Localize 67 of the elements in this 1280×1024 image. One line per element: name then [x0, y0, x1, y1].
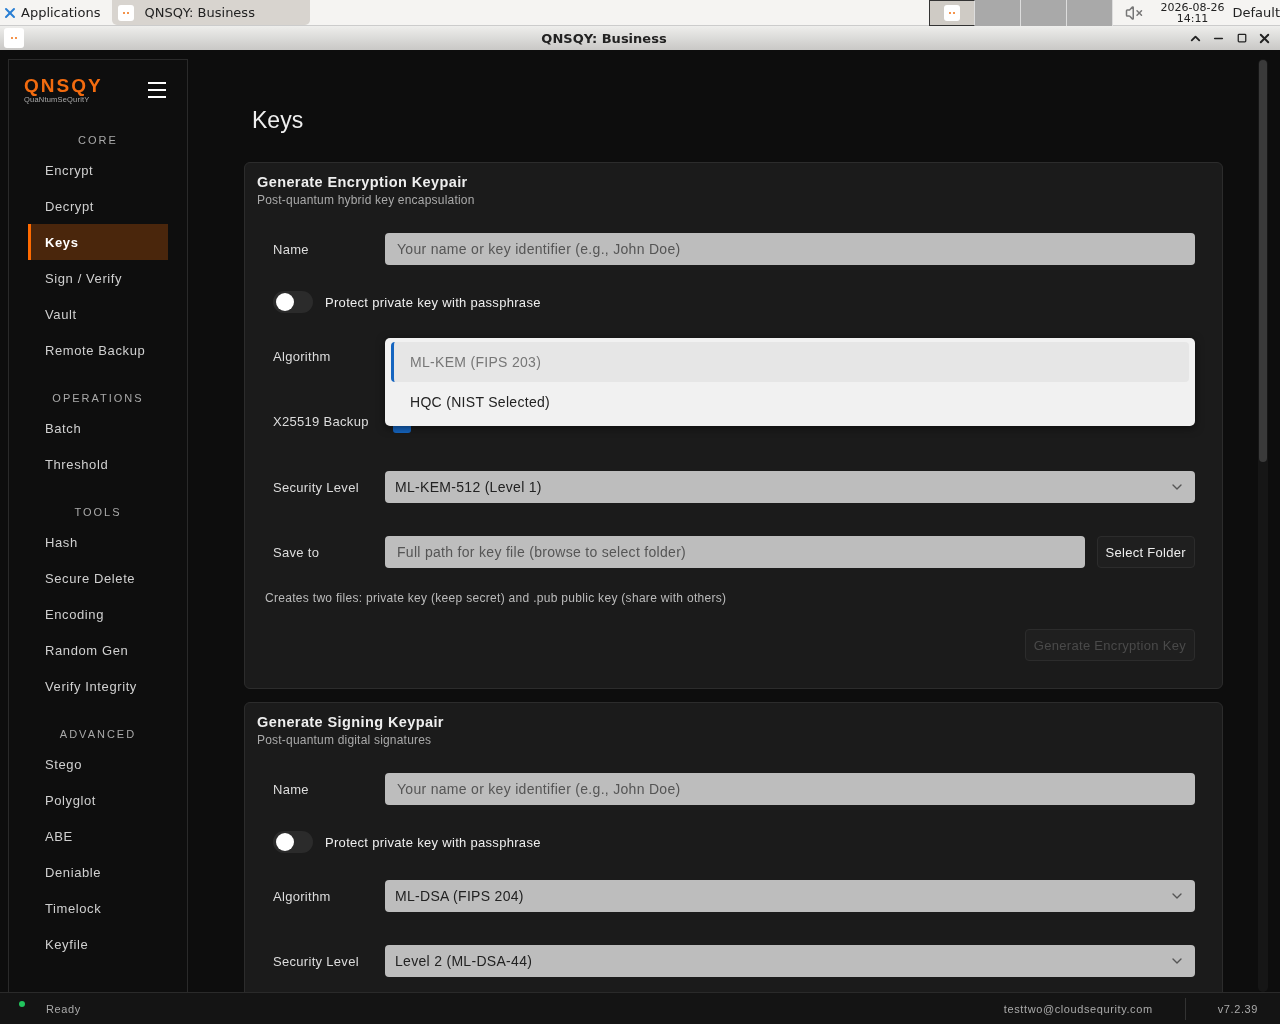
version-label: v7.2.39 — [1217, 1002, 1258, 1015]
keyboard-layout[interactable]: Default — [1232, 5, 1280, 20]
muted-speaker-icon[interactable] — [1124, 3, 1143, 22]
nav-item[interactable]: Decrypt — [28, 188, 168, 224]
select-field[interactable]: ML-KEM-512 (Level 1) — [385, 471, 1195, 503]
nav-item[interactable]: Polyglot — [28, 782, 168, 818]
nav-item[interactable]: Keyfile — [28, 926, 168, 962]
window-title: QNSQY: Business — [540, 30, 668, 46]
nav-item[interactable]: Vault — [28, 296, 168, 332]
nav-item[interactable]: ABE — [28, 818, 168, 854]
field-label: X25519 Backup — [273, 412, 370, 431]
nav-item[interactable]: Stego — [28, 746, 168, 782]
toggle-switch[interactable] — [273, 831, 313, 853]
card-subtitle: Post-quantum digital signatures — [257, 733, 433, 747]
nav-item[interactable]: Encoding — [28, 596, 168, 632]
section-heading: CORE — [77, 133, 119, 148]
workspace-button[interactable] — [928, 0, 975, 26]
app-icon — [118, 4, 135, 21]
field-label: Name — [273, 780, 310, 799]
section-heading: OPERATIONS — [51, 391, 145, 406]
select-field[interactable]: ML-DSA (FIPS 204) — [385, 880, 1195, 912]
nav-item[interactable]: Deniable — [28, 854, 168, 890]
nav-item[interactable]: Encrypt — [28, 152, 168, 188]
nav-item[interactable]: Threshold — [28, 446, 168, 482]
nav-item[interactable]: Random Gen — [28, 632, 168, 668]
toggle-label: Protect private key with passphrase — [325, 833, 541, 852]
scrollbar-thumb[interactable] — [1259, 60, 1267, 462]
app-icon — [943, 4, 960, 21]
field-label: Security Level — [273, 478, 360, 497]
user-email: testtwo@cloudsequrity.com — [1003, 1002, 1153, 1015]
section-heading: ADVANCED — [58, 727, 138, 742]
nav-item[interactable]: Keys — [28, 224, 168, 260]
page-title: Keys — [252, 107, 305, 135]
select-field[interactable]: Level 2 (ML-DSA-44) — [385, 945, 1195, 977]
field-label: Name — [273, 240, 310, 259]
nav-item[interactable]: Hash — [28, 524, 168, 560]
logo: QNSQY — [24, 76, 103, 95]
nav-item[interactable]: Verify Integrity — [28, 668, 168, 704]
input-field[interactable]: Your name or key identifier (e.g., John Doe) — [385, 233, 1195, 265]
help-text: Creates two files: private key (keep secret) and .pub public key (share with others) — [265, 591, 728, 605]
card-title: Generate Signing Keypair — [257, 714, 445, 730]
input-field[interactable]: Your name or key identifier (e.g., John Doe) — [385, 773, 1195, 805]
field-label: Algorithm — [273, 887, 332, 906]
field-label: Security Level — [273, 952, 360, 971]
card-title: Generate Encryption Keypair — [257, 174, 469, 190]
toggle-switch[interactable] — [273, 291, 313, 313]
clock: 2026-08-26 14:11 — [1159, 1, 1226, 24]
app-icon — [4, 28, 24, 48]
nav-item[interactable]: Batch — [28, 410, 168, 446]
nav-item[interactable]: Secure Delete — [28, 560, 168, 596]
dropdown-option[interactable]: HQC (NIST Selected) — [391, 382, 1189, 422]
section-heading: TOOLS — [73, 505, 123, 520]
select-folder-button[interactable]: Select Folder — [1096, 536, 1195, 568]
field-label: Save to — [273, 543, 321, 562]
taskbar-task[interactable]: QNSQY: Business — [112, 0, 311, 25]
nav-item[interactable]: Remote Backup — [28, 332, 168, 368]
nav-item[interactable]: Sign / Verify — [28, 260, 168, 296]
maximize-icon[interactable] — [1236, 33, 1247, 43]
status-text: Ready — [46, 1002, 81, 1015]
nav-item[interactable]: Timelock — [28, 890, 168, 926]
input-field[interactable]: Full path for key file (browse to select folder) — [385, 536, 1085, 568]
toggle-label: Protect private key with passphrase — [325, 293, 541, 312]
field-label: Algorithm — [273, 347, 332, 366]
card-subtitle: Post-quantum hybrid key encapsulation — [257, 193, 476, 207]
applications-menu[interactable]: Applications — [0, 0, 105, 26]
menu-icon[interactable] — [147, 81, 167, 99]
dropdown-option[interactable]: ML-KEM (FIPS 203) — [391, 342, 1189, 382]
